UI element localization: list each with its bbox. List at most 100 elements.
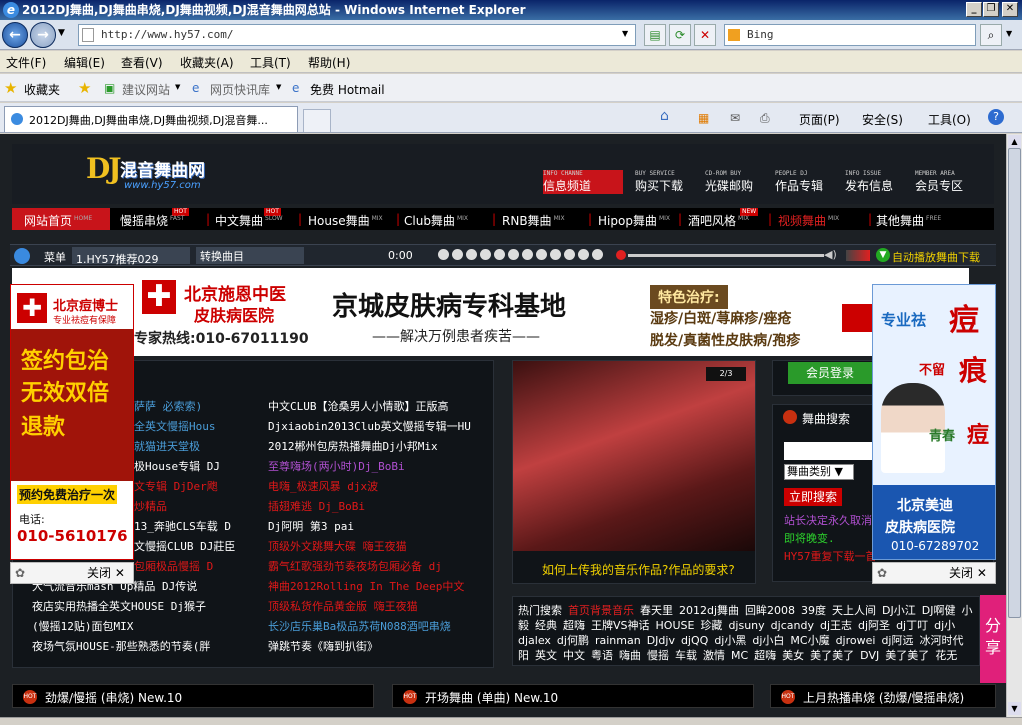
search-tag[interactable]: dj小 [934, 619, 955, 632]
song-list-item[interactable]: 中文CLUB【沧桑男人小情歌】正版高 [268, 398, 449, 414]
search-tag[interactable]: djalex [518, 634, 551, 647]
menu-hipop[interactable]: Hipop舞曲 MIX [598, 212, 670, 229]
search-input[interactable]: Bing [724, 24, 976, 46]
tools-menu[interactable]: 工具(O) [928, 111, 971, 128]
search-tag[interactable]: 中文 [563, 649, 585, 662]
member-login-button[interactable]: 会员登录 [788, 362, 872, 384]
nav-people-dj[interactable]: PEOPLE DJ 作品专辑 [775, 170, 855, 194]
history-dropdown-icon[interactable]: ▼ [58, 28, 65, 38]
song-list-item[interactable]: 炒精品 [134, 498, 167, 514]
search-tag[interactable]: 经典 [535, 619, 557, 632]
search-tag[interactable]: DJdjv [647, 634, 675, 647]
right-float-ad[interactable]: 专业祛 痘 不留 痕 青春 痘 北京美迪 皮肤病医院 010-67289702 [872, 284, 996, 560]
search-tag[interactable]: 慢摇 [647, 649, 669, 662]
song-list-item[interactable]: (慢摇12贴)面包MIX [32, 618, 133, 634]
nav-buy-service[interactable]: BUY SERVICE 购买下载 [635, 170, 715, 194]
song-list-item[interactable]: 弹跳节奏《嗨到扒街》 [268, 638, 378, 654]
play-icon[interactable] [438, 249, 449, 260]
vertical-scrollbar[interactable]: ▲ ▼ [1006, 134, 1022, 717]
search-tag[interactable]: djcandy [771, 619, 814, 632]
search-tag[interactable]: dj阿圣 [858, 619, 890, 632]
search-tag[interactable]: 车载 [675, 649, 697, 662]
search-tag[interactable]: HOUSE [656, 619, 695, 632]
song-list-item[interactable]: 神曲2012Rolling In The Deep中文 [268, 578, 464, 594]
search-tag[interactable]: DVJ [860, 649, 879, 662]
favorites-button[interactable]: 收藏夹 [24, 81, 60, 98]
song-list-item[interactable]: 极House专辑 DJ [134, 458, 220, 474]
search-tag[interactable]: 天上人间 [832, 604, 876, 617]
song-list-item[interactable]: 就猫进天堂极 [134, 438, 200, 454]
mail-icon[interactable]: ✉ [730, 111, 740, 125]
photo-pager[interactable]: 2/3 [706, 367, 746, 381]
song-list-item[interactable]: Djxiaobin2013Club英文慢摇专辑一HU [268, 418, 471, 434]
progress-track[interactable] [628, 254, 824, 257]
menu-file[interactable]: 文件(F) [6, 54, 46, 71]
search-tag[interactable]: 春天里 [640, 604, 673, 617]
song-list-item[interactable]: 文慢摇CLUB DJ莊臣 [134, 538, 235, 554]
minimize-button[interactable]: _ [966, 2, 982, 17]
search-tag[interactable]: 珍藏 [700, 619, 722, 632]
upload-help-link[interactable]: 如何上传我的音乐作品?作品的要求? [542, 561, 735, 578]
scroll-down-icon[interactable]: ▼ [1008, 702, 1021, 715]
progress-handle[interactable] [616, 250, 626, 260]
share-button[interactable]: 分享 [980, 595, 1006, 683]
prev-icon[interactable] [480, 249, 491, 260]
menu-club[interactable]: Club舞曲 MIX [404, 212, 468, 229]
song-list-item[interactable]: 夜场气氛HOUSE-那些熟悉的节奏(胖 [32, 638, 210, 654]
song-list-item[interactable]: 插翅难逃 Dj_BoBi [268, 498, 365, 514]
restore-button[interactable]: ❐ [983, 2, 999, 17]
forward-button[interactable]: → [30, 22, 56, 48]
safety-menu[interactable]: 安全(S) [862, 111, 903, 128]
search-options-icon[interactable]: ▼ [1006, 29, 1012, 38]
search-tag[interactable]: dj何鹏 [557, 634, 589, 647]
search-tag[interactable]: 超嗨 [754, 649, 776, 662]
menu-rnb[interactable]: RNB舞曲 MIX [502, 212, 565, 229]
hospital-banner[interactable]: ✚ 北京施恩中医 皮肤病医院 专家热线:010-67011190 京城皮肤病专科… [12, 268, 969, 356]
search-tag[interactable]: 王牌VS神话 [591, 619, 650, 632]
song-list-item[interactable]: 长沙店乐巢Ba极品苏荷N088酒吧串烧 [268, 618, 451, 634]
volume-slider[interactable] [846, 250, 870, 261]
menu-favorites[interactable]: 收藏夹(A) [180, 54, 234, 71]
address-input[interactable]: http://www.hy57.com/ [78, 24, 636, 46]
scroll-up-icon[interactable]: ▲ [1008, 135, 1021, 148]
nav-member-area[interactable]: MEMBER AREA 会员专区 [915, 170, 995, 194]
autoplay-link[interactable]: 自动播放舞曲下载 [892, 249, 980, 265]
song-list-item[interactable]: 文专辑 DjDer飑 [134, 478, 218, 494]
search-tag[interactable]: MC小魔 [790, 634, 829, 647]
search-tag[interactable]: 39度 [801, 604, 826, 617]
search-tag[interactable]: 美女 [782, 649, 804, 662]
menu-view[interactable]: 查看(V) [121, 54, 163, 71]
player-track-field[interactable]: 1.HY57推荐029 [72, 247, 190, 266]
menu-help[interactable]: 帮助(H) [308, 54, 350, 71]
search-tag[interactable]: djQQ [681, 634, 708, 647]
web-slice-link[interactable]: 网页快讯库 [210, 81, 270, 98]
menu-edit[interactable]: 编辑(E) [64, 54, 105, 71]
song-list-item[interactable]: 至尊嗨场(两小时)Dj_BoBi [268, 458, 405, 474]
suggested-sites-link[interactable]: 建议网站 [122, 81, 170, 98]
menu-tools[interactable]: 工具(T) [250, 54, 291, 71]
list-icon[interactable] [564, 249, 575, 260]
search-tag[interactable]: 冰河时代 [920, 634, 964, 647]
volume-icon[interactable]: ◀) [824, 248, 837, 261]
search-tag[interactable]: 激情 [703, 649, 725, 662]
section-opening[interactable]: HOT 开场舞曲 (单曲) New.10 [392, 684, 754, 708]
switch-track-button[interactable]: 转换曲目 [196, 247, 304, 264]
search-tag[interactable]: 回眸2008 [745, 604, 795, 617]
dj-photo[interactable] [513, 361, 755, 551]
search-tag[interactable]: DJ小江 [882, 604, 916, 617]
section-slow-mix[interactable]: HOT 劲爆/慢摇 (串烧) New.10 [12, 684, 374, 708]
search-tag[interactable]: dj阿远 [881, 634, 913, 647]
search-submit-button[interactable]: 立即搜索 [784, 488, 842, 506]
nav-cdrom-buy[interactable]: CD-ROM BUY 光碟邮购 [705, 170, 785, 194]
menu-chinese[interactable]: 中文舞曲 SLOW [215, 212, 283, 229]
compat-view-icon[interactable]: ▤ [644, 24, 666, 46]
song-list-item[interactable]: 2012郴州包房热播舞曲Dj小邦Mix [268, 438, 438, 454]
settings-icon[interactable] [578, 249, 589, 260]
ad-left-close-button[interactable]: 关闭 ✕ [87, 563, 125, 583]
next-icon[interactable] [494, 249, 505, 260]
search-tag[interactable]: dj王志 [820, 619, 852, 632]
back-button[interactable]: ← [2, 22, 28, 48]
hotmail-link[interactable]: 免费 Hotmail [310, 81, 385, 98]
song-list-item[interactable]: 电嗨_极速风暴 djx波 [268, 478, 378, 494]
close-button[interactable]: ✕ [1002, 2, 1018, 17]
